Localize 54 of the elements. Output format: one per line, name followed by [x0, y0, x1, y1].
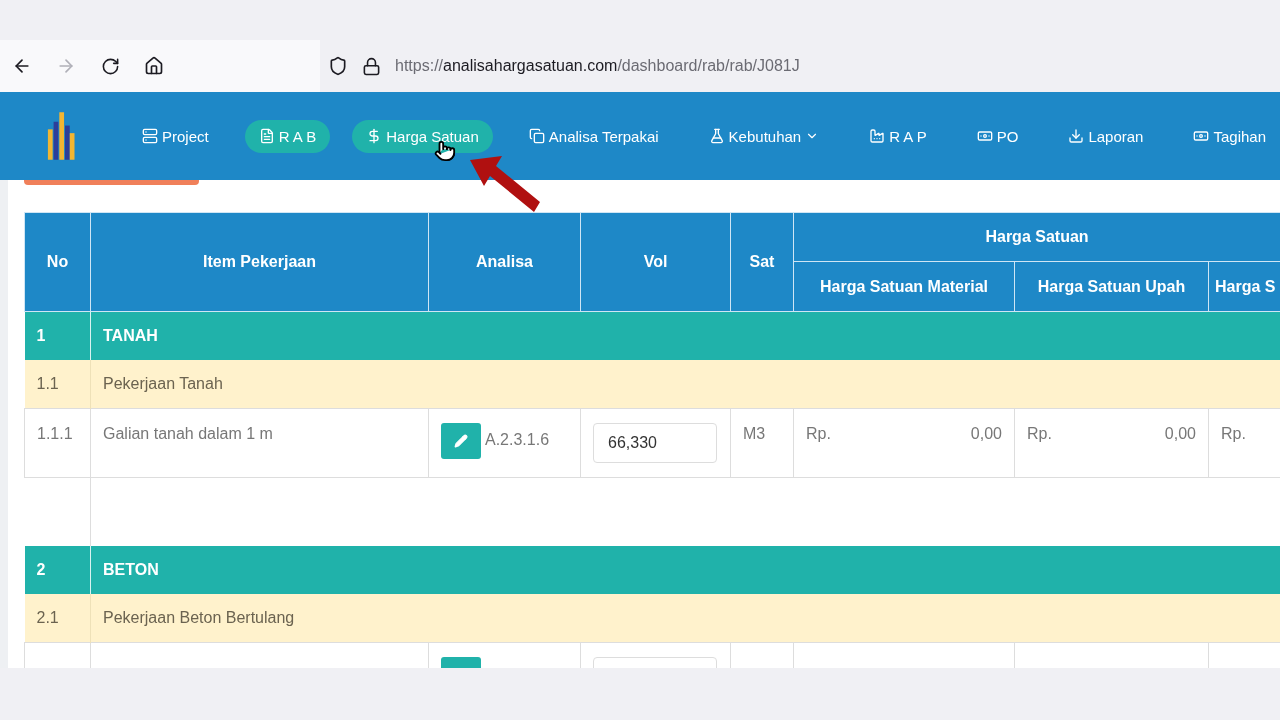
factory-icon [869, 128, 886, 144]
currency-label: Rp. [806, 425, 831, 443]
nav-link[interactable]: R A P [855, 119, 941, 153]
group-title: BETON [90, 546, 1280, 594]
column-header: Harga S [1208, 261, 1280, 312]
home-icon [144, 56, 164, 76]
group-number: 1 [24, 311, 91, 360]
subgroup-title: Pekerjaan Beton Bertulang [90, 594, 1280, 643]
table-cell: M3 [730, 408, 794, 478]
currency-label: Rp. [1221, 425, 1246, 443]
nav-link[interactable]: Analisa Terpakai [514, 119, 673, 153]
nav-link[interactable]: Harga Satuan [352, 119, 493, 153]
logo-icon [46, 111, 75, 161]
currency-label: Rp. [1027, 425, 1052, 443]
column-header: Sat [730, 212, 794, 312]
download-icon [1068, 128, 1085, 144]
group-number: 2 [24, 546, 91, 594]
price-value: 0,00 [1164, 425, 1196, 443]
column-header: Item Pekerjaan [90, 212, 429, 312]
lock-icon [362, 56, 381, 76]
server-icon [142, 128, 158, 144]
nav-link[interactable]: Laporan [1054, 119, 1158, 153]
column-header: Analisa [428, 212, 581, 312]
nav-link[interactable]: Tagihan [1179, 119, 1280, 153]
price-value: 0,00 [970, 425, 1002, 443]
reload-icon [100, 56, 120, 76]
table-cell: 1.1.1 [24, 408, 91, 478]
analysis-code: A.2.3.1.6 [485, 431, 550, 449]
subgroup-number: 2.1 [24, 594, 91, 643]
volume-field[interactable]: 66,330 [593, 423, 717, 463]
column-group-header: Harga Satuan [793, 212, 1280, 262]
pointer-cursor-icon [434, 140, 456, 164]
edit-button[interactable] [441, 423, 481, 459]
address-url: https://analisahargasatuan.com/dashboard/rab/rab/J081J [395, 57, 800, 75]
shield-icon [328, 56, 348, 76]
column-header: Harga Satuan Material [793, 261, 1015, 312]
nav-link[interactable]: Kebutuhan [694, 119, 834, 153]
subgroup-number: 1.1 [24, 360, 91, 409]
flask-icon [708, 128, 725, 144]
column-header: Harga Satuan Upah [1014, 261, 1209, 312]
address-bar[interactable]: https://analisahargasatuan.com/dashboard/rab/rab/J081J [320, 40, 1280, 92]
banknote-icon [976, 128, 993, 144]
nav-link[interactable]: R A B [244, 119, 331, 153]
table-cell: Galian tanah dalam 1 m [90, 408, 429, 478]
group-title: TANAH [90, 311, 1280, 360]
column-header: No [24, 212, 91, 312]
pencil-icon [454, 434, 468, 448]
subgroup-title: Pekerjaan Tanah [90, 360, 1280, 409]
nav-link[interactable]: Project [128, 119, 223, 153]
file-icon [258, 128, 275, 144]
copy-icon [528, 128, 545, 144]
column-header: Vol [580, 212, 731, 312]
banknote-icon [1193, 128, 1210, 144]
nav-link[interactable]: PO [962, 119, 1033, 153]
